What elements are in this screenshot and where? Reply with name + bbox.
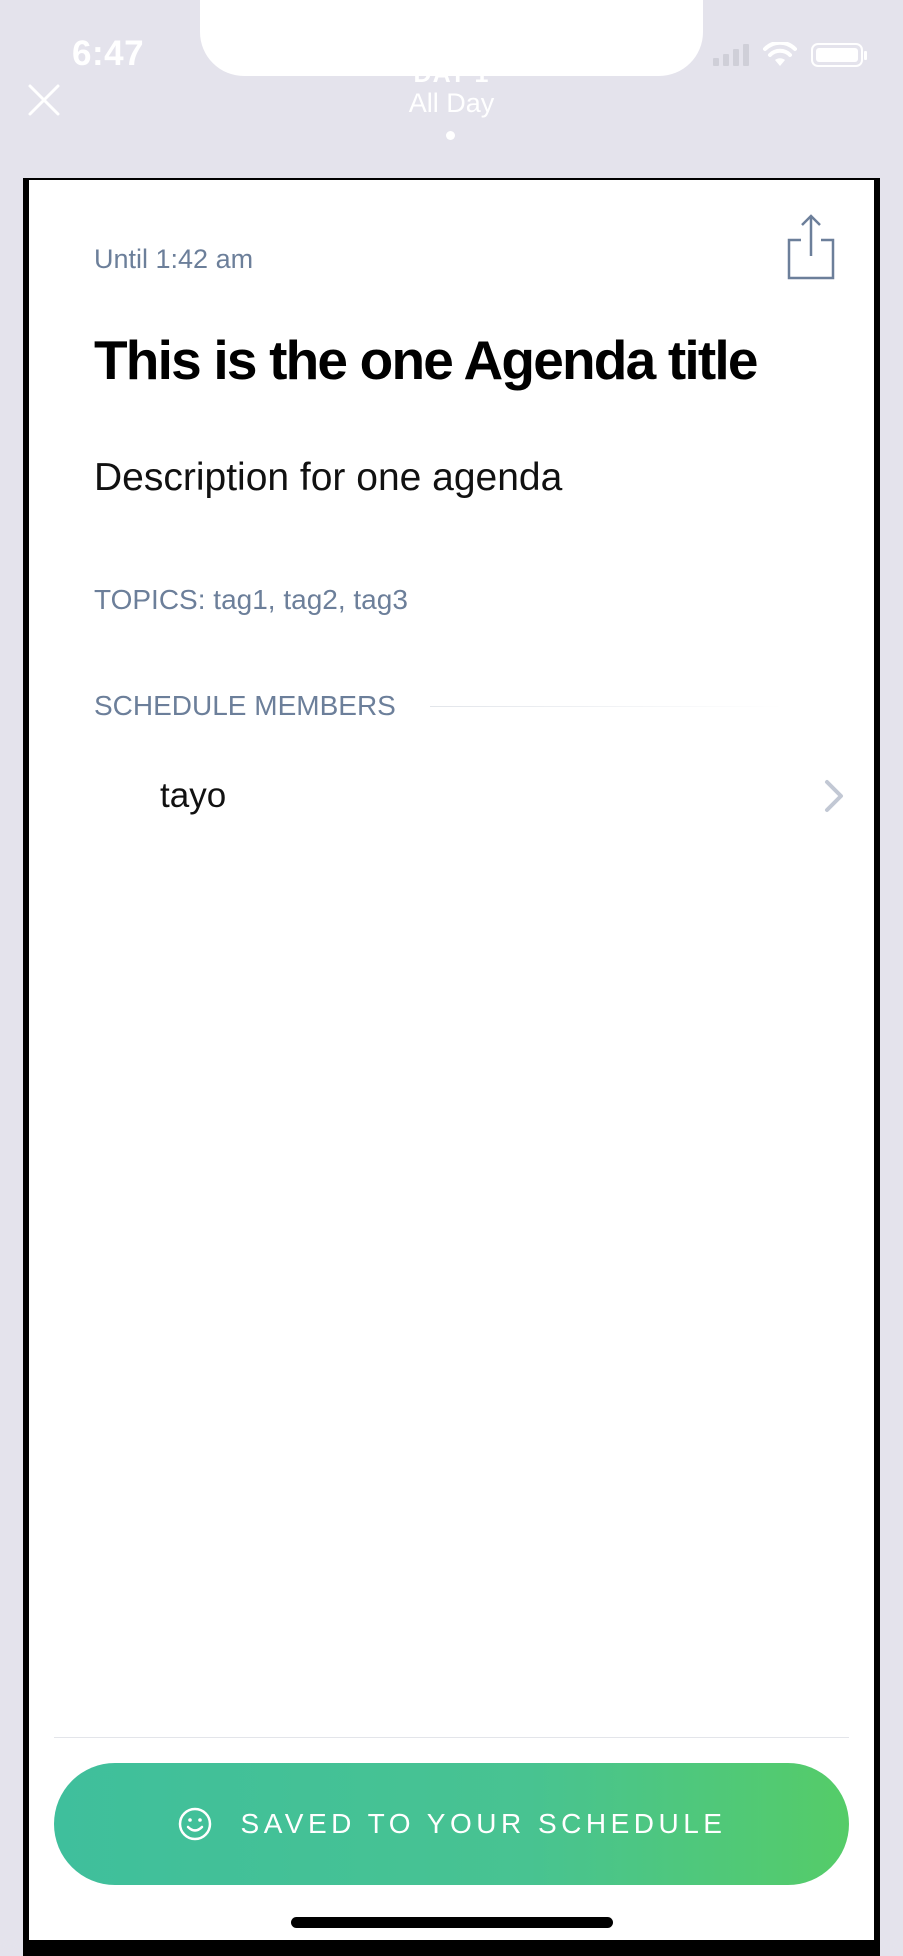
- session-card: Until 1:42 am This is the one Agenda tit…: [29, 180, 874, 1940]
- chevron-right-icon: [825, 780, 843, 812]
- day-subtitle: All Day: [408, 88, 495, 118]
- session-time: Until 1:42 am: [94, 244, 254, 274]
- smile-icon: [178, 1807, 211, 1841]
- footer-divider: [54, 1737, 849, 1738]
- session-topics: TOPICS: tag1, tag2, tag3: [94, 584, 408, 615]
- member-name: tayo: [160, 776, 227, 815]
- members-header-rule: [429, 705, 784, 707]
- members-header-label: SCHEDULE MEMBERS: [94, 690, 396, 721]
- saved-button-label: SAVED TO YOUR SCHEDULE: [240, 1808, 727, 1839]
- home-indicator[interactable]: [291, 1917, 613, 1928]
- members-section-header: SCHEDULE MEMBERS: [94, 690, 784, 722]
- saved-to-schedule-button[interactable]: SAVED TO YOUR SCHEDULE: [54, 1763, 849, 1885]
- share-icon[interactable]: [783, 214, 839, 280]
- member-row[interactable]: tayo: [94, 756, 850, 836]
- page-indicator-dot: [446, 131, 455, 140]
- session-title: This is the one Agenda title: [94, 329, 758, 391]
- day-label: DAY 1: [413, 62, 490, 86]
- session-description: Description for one agenda: [94, 456, 563, 499]
- nav-title: DAY 1 All Day: [0, 62, 903, 119]
